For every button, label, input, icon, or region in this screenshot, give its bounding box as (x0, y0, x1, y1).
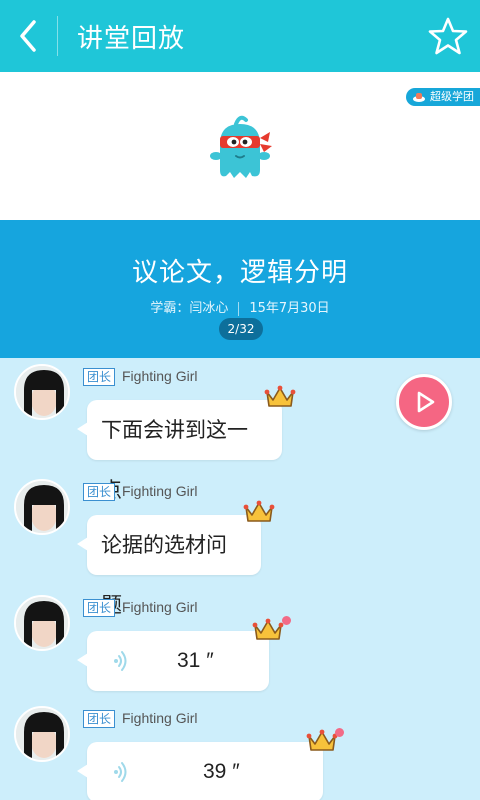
play-icon (417, 391, 435, 413)
unread-dot (335, 728, 344, 737)
lesson-date: 15年7月30日 (249, 301, 330, 316)
avatar[interactable] (14, 706, 70, 762)
back-button[interactable] (10, 14, 50, 58)
avatar[interactable] (14, 595, 70, 651)
role-tag: 团长 (83, 710, 116, 728)
lesson-meta: 学霸：闫冰心 15年7月30日 (0, 297, 480, 316)
avatar[interactable] (14, 364, 70, 420)
role-tag: 团长 (83, 483, 116, 501)
message-bubble[interactable]: 论据的选材问题 (77, 515, 261, 617)
crown-icon (243, 500, 275, 522)
hat-icon (413, 93, 425, 102)
voice-message-bubble[interactable]: 31 ″ (77, 631, 269, 691)
lesson-header: 议论文，逻辑分明 学霸：闫冰心 15年7月30日 2/32 (0, 220, 480, 358)
username: Fighting Girl (122, 710, 198, 726)
badge-label: 超级学团 (430, 90, 474, 103)
favorite-button[interactable] (428, 16, 468, 56)
username: Fighting Girl (122, 599, 198, 615)
user-photo (16, 481, 68, 533)
user-photo (16, 366, 68, 418)
page-title: 讲堂回放 (77, 24, 186, 54)
play-button[interactable] (396, 374, 452, 430)
group-badge[interactable]: 超级学团 (406, 88, 480, 106)
role-tag: 团长 (83, 368, 116, 386)
user-photo (16, 708, 68, 760)
role-tag: 团长 (83, 599, 116, 617)
mascot-icon (210, 115, 272, 178)
avatar[interactable] (14, 479, 70, 535)
voice-duration: 31 ″ (177, 649, 214, 672)
voice-wave-icon (114, 762, 127, 782)
page-indicator: 2/32 (219, 318, 263, 340)
meta-divider (238, 301, 240, 316)
user-photo (16, 597, 68, 649)
crown-icon (252, 618, 284, 640)
username: Fighting Girl (122, 368, 198, 384)
teacher-name: 学霸：闫冰心 (150, 301, 229, 316)
username: Fighting Girl (122, 483, 198, 499)
crown-icon (306, 729, 338, 751)
message-bubble[interactable]: 下面会讲到这一点 (77, 400, 282, 502)
voice-message-bubble[interactable]: 39 ″ (77, 742, 323, 800)
voice-wave-icon (114, 651, 127, 671)
star-outline-icon (428, 17, 468, 55)
divider (57, 16, 58, 56)
lesson-title: 议论文，逻辑分明 (131, 258, 348, 288)
top-bar: 讲堂回放 (0, 0, 480, 72)
unread-dot (282, 616, 291, 625)
lesson-cover: 超级学团 (0, 72, 480, 220)
crown-icon (264, 385, 296, 407)
chat-list[interactable]: 团长 Fighting Girl 下面会讲到这一点 团长 Fighting (0, 358, 480, 800)
voice-duration: 39 ″ (203, 760, 240, 783)
chevron-left-icon (20, 20, 36, 52)
